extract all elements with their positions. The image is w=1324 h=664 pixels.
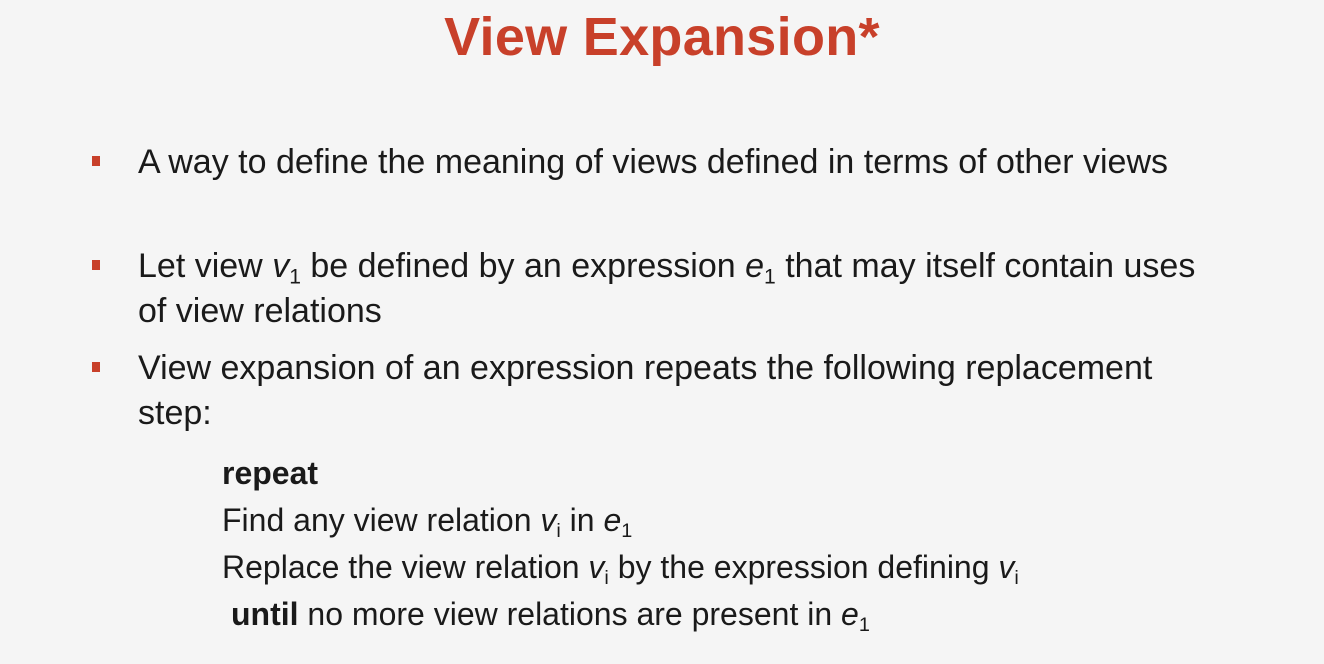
bullet-item: View expansion of an expression repeats … [92, 346, 1198, 436]
algorithm-repeat-keyword: repeat [222, 455, 319, 491]
math-var-e: e [745, 247, 765, 285]
math-var-e: e [841, 596, 859, 632]
math-subscript: 1 [621, 519, 633, 542]
algorithm-text: Replace the view relation [222, 549, 589, 585]
bullet-text-middle: be defined by an expression [300, 247, 746, 285]
math-var-v: v [998, 549, 1015, 585]
bullet-text-start: Let view [138, 247, 273, 285]
square-bullet-icon [92, 362, 100, 372]
algorithm-line-find: Find any view relation vi in e1 [222, 497, 632, 543]
math-var-e: e [603, 502, 622, 538]
algorithm-text: Find any view relation [222, 502, 541, 538]
math-subscript: 1 [289, 265, 301, 289]
math-var-v: v [272, 247, 290, 285]
bullet-text: View expansion of an expression repeats … [138, 349, 1153, 432]
math-subscript: 1 [764, 265, 776, 289]
algorithm-text: by the expression defining [608, 549, 999, 585]
algorithm-line-until: until no more view relations are present… [231, 591, 870, 637]
algorithm-line-replace: Replace the view relation vi by the expr… [222, 544, 1019, 590]
math-subscript: i [1014, 566, 1019, 589]
slide-title: View Expansion* [444, 7, 880, 67]
square-bullet-icon [92, 156, 100, 166]
algorithm-until-keyword: until [231, 596, 299, 632]
bullet-item: A way to define the meaning of views def… [92, 140, 1198, 185]
bullet-item: Let view v1 be defined by an expression … [92, 244, 1198, 334]
algorithm-text: no more view relations are present in [298, 596, 842, 632]
slide: View Expansion* A way to define the mean… [0, 0, 1324, 664]
square-bullet-icon [92, 260, 100, 270]
math-subscript: 1 [858, 613, 870, 636]
bullet-text: A way to define the meaning of views def… [138, 143, 1168, 181]
math-var-v: v [588, 549, 605, 585]
algorithm-text: in [560, 502, 604, 538]
math-var-v: v [540, 502, 557, 538]
